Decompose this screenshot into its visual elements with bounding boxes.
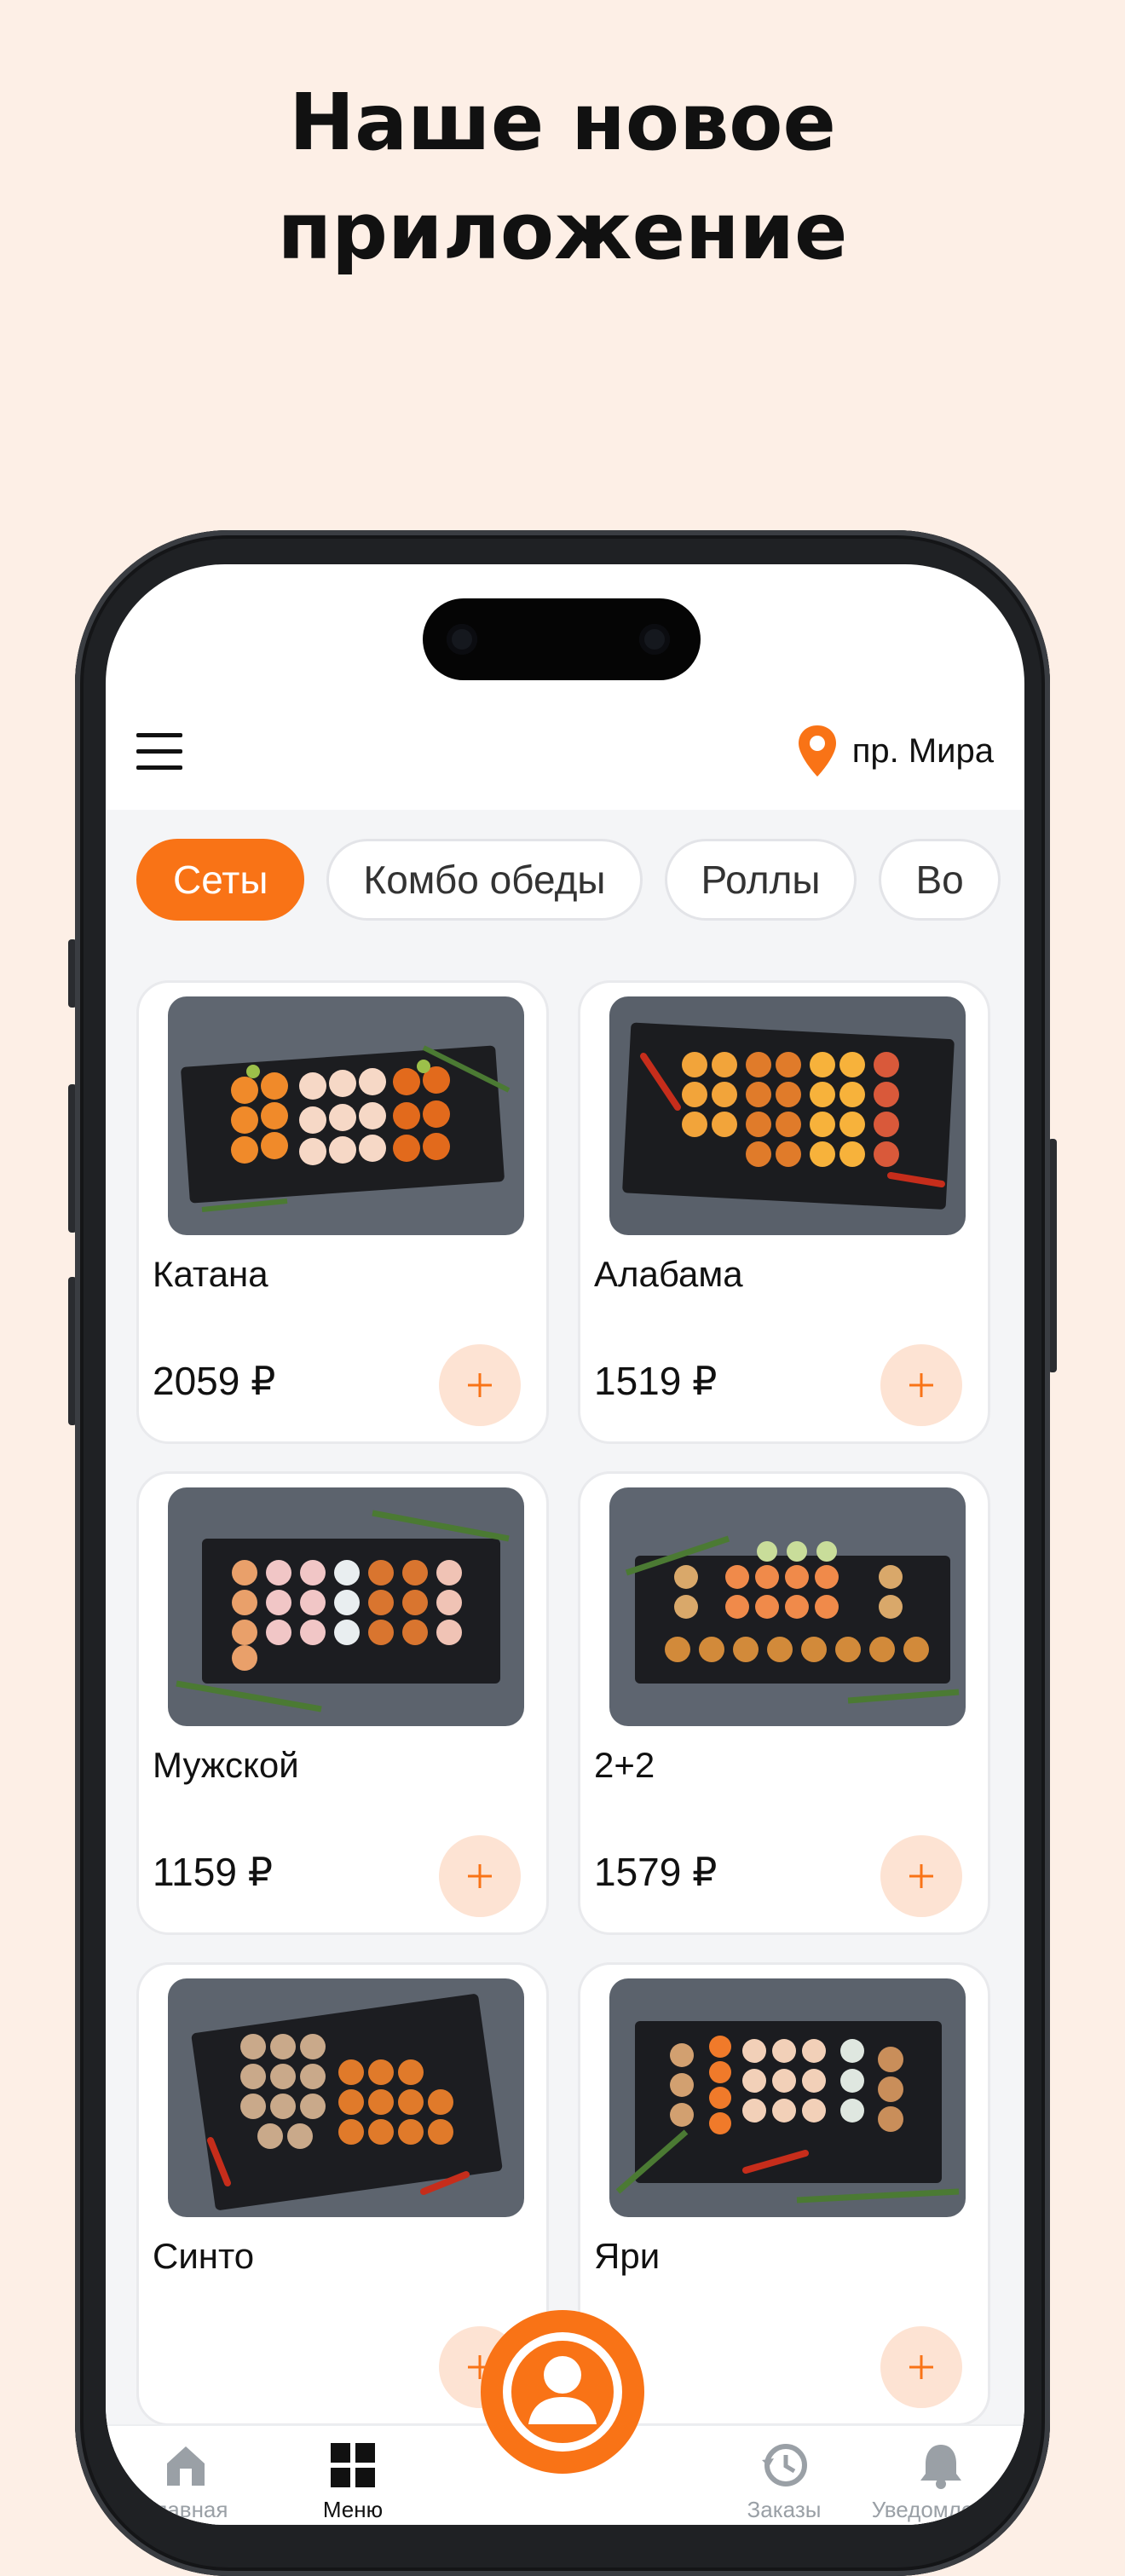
add-to-cart-button[interactable] <box>880 1835 962 1917</box>
category-chip-rolls[interactable]: Роллы <box>664 839 857 921</box>
nav-home[interactable]: Главная <box>109 2441 262 2523</box>
product-card[interactable]: Алабама 1519 ₽ <box>578 980 990 1444</box>
product-photo <box>168 996 524 1235</box>
nav-menu[interactable]: Меню <box>276 2441 430 2523</box>
plus-icon <box>468 1373 492 1397</box>
add-to-cart-button[interactable] <box>439 1835 521 1917</box>
location-selector[interactable]: пр. Мира <box>796 721 994 781</box>
product-photo <box>168 1978 524 2217</box>
nav-notifications-label: Уведомления <box>871 2497 1011 2522</box>
product-card[interactable]: Катана 2059 ₽ <box>136 980 549 1444</box>
category-tabs: Сеты Комбо обеды Роллы Во <box>136 839 1023 921</box>
menu-content: Сеты Комбо обеды Роллы Во Катана 2059 ₽ … <box>106 810 1024 2525</box>
product-name: Катана <box>153 1254 268 1294</box>
product-price: 1159 ₽ <box>153 1850 273 1894</box>
product-card[interactable]: Синто <box>136 1962 549 2426</box>
product-price: 1579 ₽ <box>594 1850 718 1894</box>
product-photo <box>609 1978 966 2217</box>
product-price: 1519 ₽ <box>594 1359 718 1403</box>
product-name: 2+2 <box>594 1745 655 1785</box>
category-chip-more[interactable]: Во <box>879 839 1001 921</box>
product-name: Яри <box>594 2236 661 2276</box>
plus-icon <box>909 2355 933 2379</box>
location-pin-icon <box>798 725 836 777</box>
promo-headline: Наше новое приложение <box>0 68 1125 286</box>
plus-icon <box>909 1864 933 1888</box>
nav-notifications[interactable]: Уведомления <box>864 2441 1018 2523</box>
add-to-cart-button[interactable] <box>439 1344 521 1426</box>
product-photo <box>168 1487 524 1726</box>
product-name: Мужской <box>153 1745 299 1785</box>
nav-orders[interactable]: Заказы <box>707 2441 861 2523</box>
product-price: 2059 ₽ <box>153 1359 276 1403</box>
product-card[interactable]: 2+2 1579 ₽ <box>578 1471 990 1935</box>
nav-menu-label: Меню <box>322 2497 384 2522</box>
product-name: Синто <box>153 2236 255 2276</box>
product-name: Алабама <box>594 1254 743 1294</box>
plus-icon <box>909 1373 933 1397</box>
category-chip-sets[interactable]: Сеты <box>136 839 305 921</box>
nav-home-label: Главная <box>143 2497 228 2522</box>
grid-icon <box>331 2443 375 2487</box>
add-to-cart-button[interactable] <box>880 2326 962 2408</box>
location-label: пр. Мира <box>851 731 994 770</box>
add-to-cart-button[interactable] <box>880 1344 962 1426</box>
product-photo <box>609 1487 966 1726</box>
home-icon <box>167 2446 205 2486</box>
category-chip-combo[interactable]: Комбо обеды <box>326 839 643 921</box>
profile-button[interactable] <box>481 2310 644 2474</box>
dynamic-island <box>423 598 701 680</box>
product-card[interactable]: Мужской 1159 ₽ <box>136 1471 549 1935</box>
phone-screen: пр. Мира Сеты Комбо обеды Роллы Во Катан… <box>106 564 1024 2525</box>
product-card[interactable]: Яри <box>578 1962 990 2426</box>
headline-line-2: приложение <box>277 186 848 277</box>
user-icon <box>503 2332 622 2452</box>
headline-line-1: Наше новое <box>289 77 836 168</box>
nav-orders-label: Заказы <box>747 2497 822 2522</box>
history-icon <box>762 2444 807 2486</box>
plus-icon <box>468 1864 492 1888</box>
product-photo <box>609 996 966 1235</box>
burger-menu-icon[interactable] <box>136 733 182 771</box>
bell-icon <box>920 2445 961 2489</box>
app-header: пр. Мира <box>106 692 1024 810</box>
